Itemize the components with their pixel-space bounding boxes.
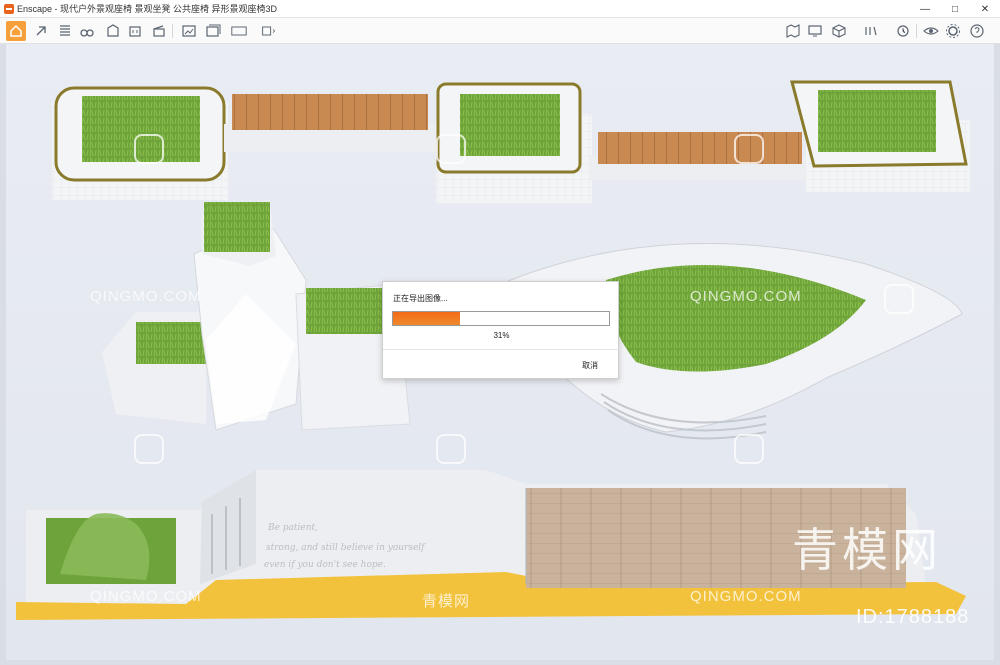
export-batch-icon[interactable]	[204, 22, 222, 40]
bim-icon[interactable]	[104, 22, 122, 40]
close-button[interactable]: ✕	[970, 0, 1000, 18]
gear-icon[interactable]	[944, 22, 962, 40]
watermark-logo-icon	[734, 134, 764, 164]
window-controls: — □ ✕	[910, 0, 1000, 18]
export-progress-dialog: 正在导出图像... 31% 取消	[382, 281, 620, 379]
watermark-logo-icon	[134, 134, 164, 164]
building-icon[interactable]	[126, 22, 144, 40]
watermark-text: QINGMO.COM	[90, 288, 202, 305]
watermark-logo-icon	[134, 434, 164, 464]
watermark-logo-icon	[734, 434, 764, 464]
watermark-cn-small: 青模网	[422, 593, 471, 610]
watermark-logo-icon	[884, 284, 914, 314]
inscription-line-2: strong, and still believe in yourself	[266, 543, 426, 553]
minimize-button[interactable]: —	[910, 0, 940, 18]
watermark-logo-icon	[436, 134, 466, 164]
inscription-line-1: Be patient,	[267, 523, 318, 533]
vr-icon[interactable]	[862, 22, 880, 40]
watermark-text: QINGMO.COM	[690, 288, 802, 305]
inscription-line-3: even if you don't see hope.	[264, 560, 386, 570]
watermark-cn-large: 青模网	[792, 523, 942, 577]
watermark-logo-icon	[436, 434, 466, 464]
progress-percent: 31%	[493, 331, 510, 340]
help-icon[interactable]	[968, 22, 986, 40]
clapper-icon[interactable]	[150, 22, 168, 40]
dialog-title: 正在导出图像...	[393, 294, 448, 303]
toolbar	[0, 18, 1000, 51]
maximize-button[interactable]: □	[940, 0, 970, 18]
dialog-divider	[383, 349, 620, 350]
cancel-button[interactable]: 取消	[582, 360, 598, 371]
cube-icon[interactable]	[830, 22, 848, 40]
eye-icon[interactable]	[922, 22, 940, 40]
title-bar: Enscape - 现代户外景观座椅 景观坐凳 公共座椅 异形景观座椅3D — …	[0, 0, 1000, 18]
home-icon[interactable]	[6, 21, 26, 41]
enscape-logo-icon	[4, 3, 14, 14]
batch-icon[interactable]	[56, 22, 74, 40]
watermark-id: ID:1788188	[856, 606, 970, 628]
progress-bar	[392, 311, 610, 326]
binoculars-icon[interactable]	[78, 22, 96, 40]
progress-fill	[393, 312, 460, 325]
export-web-icon[interactable]	[258, 22, 280, 40]
map-icon[interactable]	[784, 22, 802, 40]
settings-advanced-icon[interactable]	[894, 22, 912, 40]
watermark-text: QINGMO.COM	[90, 588, 202, 605]
window-title: Enscape - 现代户外景观座椅 景观坐凳 公共座椅 异形景观座椅3D	[17, 4, 278, 14]
export-image-icon[interactable]	[180, 22, 198, 40]
watermark-text: QINGMO.COM	[690, 588, 802, 605]
export-360-icon[interactable]	[228, 22, 250, 40]
monitor-icon[interactable]	[806, 22, 824, 40]
asset-icon[interactable]	[32, 22, 50, 40]
